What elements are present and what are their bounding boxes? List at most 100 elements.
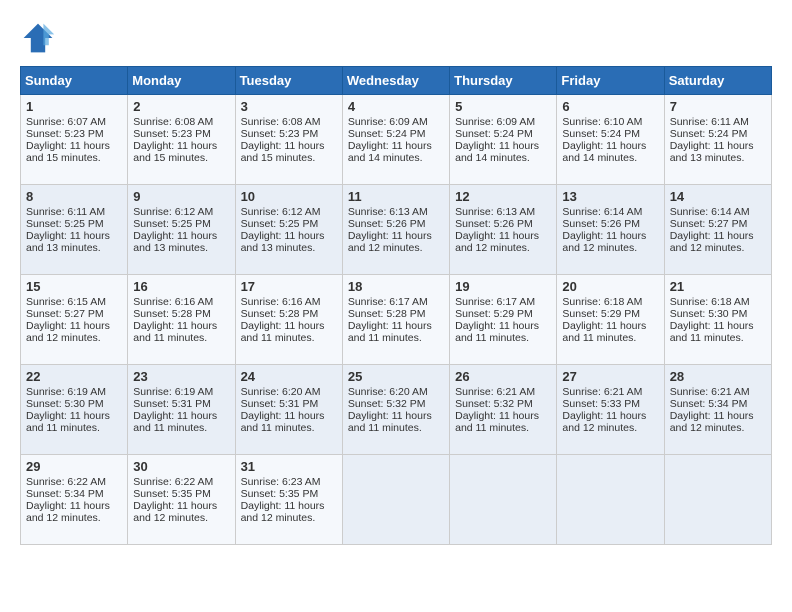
sunrise: Sunrise: 6:07 AM xyxy=(26,116,106,128)
day-number: 8 xyxy=(26,189,122,204)
sunset: Sunset: 5:28 PM xyxy=(133,308,211,320)
sunrise: Sunrise: 6:23 AM xyxy=(241,476,321,488)
day-cell: 10 Sunrise: 6:12 AMSunset: 5:25 PMDayligh… xyxy=(235,185,342,275)
day-number: 13 xyxy=(562,189,658,204)
sunset: Sunset: 5:34 PM xyxy=(670,398,748,410)
day-number: 9 xyxy=(133,189,229,204)
sunset: Sunset: 5:24 PM xyxy=(455,128,533,140)
calendar-table: SundayMondayTuesdayWednesdayThursdayFrid… xyxy=(20,66,772,545)
day-cell: 28Sunrise: 6:21 AMSunset: 5:34 PMDayligh… xyxy=(664,365,771,455)
day-number: 27 xyxy=(562,369,658,384)
daylight: Daylight: 11 hours and 12 minutes. xyxy=(348,230,432,254)
day-cell xyxy=(557,455,664,545)
sunrise: Sunrise: 6:15 AM xyxy=(26,296,106,308)
day-cell: 6Sunrise: 6:10 AMSunset: 5:24 PMDaylight… xyxy=(557,95,664,185)
sunrise: Sunrise: 6:12 AM xyxy=(241,206,321,218)
sunrise: Sunrise: 6:09 AM xyxy=(348,116,428,128)
header-cell-tuesday: Tuesday xyxy=(235,67,342,95)
header-cell-thursday: Thursday xyxy=(450,67,557,95)
sunset: Sunset: 5:23 PM xyxy=(241,128,319,140)
sunrise: Sunrise: 6:09 AM xyxy=(455,116,535,128)
sunrise: Sunrise: 6:17 AM xyxy=(348,296,428,308)
page-header xyxy=(20,20,772,56)
sunset: Sunset: 5:31 PM xyxy=(133,398,211,410)
sunrise: Sunrise: 6:20 AM xyxy=(241,386,321,398)
header-cell-saturday: Saturday xyxy=(664,67,771,95)
day-number: 17 xyxy=(241,279,337,294)
sunrise: Sunrise: 6:21 AM xyxy=(455,386,535,398)
daylight: Daylight: 11 hours and 11 minutes. xyxy=(455,410,539,434)
day-cell: 22Sunrise: 6:19 AMSunset: 5:30 PMDayligh… xyxy=(21,365,128,455)
day-number: 31 xyxy=(241,459,337,474)
day-cell: 11Sunrise: 6:13 AMSunset: 5:26 PMDayligh… xyxy=(342,185,449,275)
sunset: Sunset: 5:33 PM xyxy=(562,398,640,410)
logo xyxy=(20,20,60,56)
calendar-body: 1Sunrise: 6:07 AMSunset: 5:23 PMDaylight… xyxy=(21,95,772,545)
sunset: Sunset: 5:35 PM xyxy=(241,488,319,500)
daylight: Daylight: 11 hours and 11 minutes. xyxy=(562,320,646,344)
day-cell: 1Sunrise: 6:07 AMSunset: 5:23 PMDaylight… xyxy=(21,95,128,185)
daylight: Daylight: 11 hours and 11 minutes. xyxy=(133,320,217,344)
header-cell-friday: Friday xyxy=(557,67,664,95)
day-cell: 15Sunrise: 6:15 AMSunset: 5:27 PMDayligh… xyxy=(21,275,128,365)
day-number: 19 xyxy=(455,279,551,294)
sunset: Sunset: 5:25 PM xyxy=(241,218,319,230)
sunset: Sunset: 5:30 PM xyxy=(26,398,104,410)
sunrise: Sunrise: 6:10 AM xyxy=(562,116,642,128)
day-cell: 27Sunrise: 6:21 AMSunset: 5:33 PMDayligh… xyxy=(557,365,664,455)
daylight: Daylight: 11 hours and 11 minutes. xyxy=(455,320,539,344)
daylight: Daylight: 11 hours and 13 minutes. xyxy=(241,230,325,254)
sunrise: Sunrise: 6:16 AM xyxy=(133,296,213,308)
day-number: 10 xyxy=(241,189,337,204)
day-cell: 25Sunrise: 6:20 AMSunset: 5:32 PMDayligh… xyxy=(342,365,449,455)
day-number: 22 xyxy=(26,369,122,384)
sunset: Sunset: 5:31 PM xyxy=(241,398,319,410)
day-cell xyxy=(342,455,449,545)
week-row-1: 1Sunrise: 6:07 AMSunset: 5:23 PMDaylight… xyxy=(21,95,772,185)
day-number: 24 xyxy=(241,369,337,384)
sunrise: Sunrise: 6:18 AM xyxy=(562,296,642,308)
sunrise: Sunrise: 6:08 AM xyxy=(241,116,321,128)
daylight: Daylight: 11 hours and 12 minutes. xyxy=(133,500,217,524)
day-cell: 12Sunrise: 6:13 AMSunset: 5:26 PMDayligh… xyxy=(450,185,557,275)
day-cell: 19Sunrise: 6:17 AMSunset: 5:29 PMDayligh… xyxy=(450,275,557,365)
header-cell-wednesday: Wednesday xyxy=(342,67,449,95)
sunrise: Sunrise: 6:21 AM xyxy=(670,386,750,398)
daylight: Daylight: 11 hours and 15 minutes. xyxy=(241,140,325,164)
sunrise: Sunrise: 6:19 AM xyxy=(26,386,106,398)
daylight: Daylight: 11 hours and 15 minutes. xyxy=(26,140,110,164)
day-cell: 8Sunrise: 6:11 AMSunset: 5:25 PMDaylight… xyxy=(21,185,128,275)
day-cell: 24Sunrise: 6:20 AMSunset: 5:31 PMDayligh… xyxy=(235,365,342,455)
sunrise: Sunrise: 6:13 AM xyxy=(455,206,535,218)
daylight: Daylight: 11 hours and 14 minutes. xyxy=(348,140,432,164)
sunrise: Sunrise: 6:08 AM xyxy=(133,116,213,128)
day-cell: 21Sunrise: 6:18 AMSunset: 5:30 PMDayligh… xyxy=(664,275,771,365)
day-cell: 3 Sunrise: 6:08 AMSunset: 5:23 PMDaylight… xyxy=(235,95,342,185)
daylight: Daylight: 11 hours and 11 minutes. xyxy=(348,410,432,434)
day-cell: 13Sunrise: 6:14 AMSunset: 5:26 PMDayligh… xyxy=(557,185,664,275)
sunset: Sunset: 5:24 PM xyxy=(348,128,426,140)
daylight: Daylight: 11 hours and 12 minutes. xyxy=(26,500,110,524)
day-number: 21 xyxy=(670,279,766,294)
sunset: Sunset: 5:27 PM xyxy=(26,308,104,320)
day-number: 3 xyxy=(241,99,337,114)
day-cell: 16 Sunrise: 6:16 AMSunset: 5:28 PMDayligh… xyxy=(128,275,235,365)
sunrise: Sunrise: 6:18 AM xyxy=(670,296,750,308)
sunset: Sunset: 5:28 PM xyxy=(348,308,426,320)
daylight: Daylight: 11 hours and 12 minutes. xyxy=(241,500,325,524)
day-number: 16 xyxy=(133,279,229,294)
day-cell: 17Sunrise: 6:16 AMSunset: 5:28 PMDayligh… xyxy=(235,275,342,365)
daylight: Daylight: 11 hours and 12 minutes. xyxy=(670,410,754,434)
day-cell xyxy=(450,455,557,545)
day-cell: 26Sunrise: 6:21 AMSunset: 5:32 PMDayligh… xyxy=(450,365,557,455)
week-row-2: 8Sunrise: 6:11 AMSunset: 5:25 PMDaylight… xyxy=(21,185,772,275)
day-number: 14 xyxy=(670,189,766,204)
day-number: 5 xyxy=(455,99,551,114)
day-number: 1 xyxy=(26,99,122,114)
day-cell xyxy=(664,455,771,545)
week-row-5: 29Sunrise: 6:22 AMSunset: 5:34 PMDayligh… xyxy=(21,455,772,545)
sunset: Sunset: 5:25 PM xyxy=(26,218,104,230)
daylight: Daylight: 11 hours and 13 minutes. xyxy=(133,230,217,254)
day-cell: 20Sunrise: 6:18 AMSunset: 5:29 PMDayligh… xyxy=(557,275,664,365)
day-number: 29 xyxy=(26,459,122,474)
